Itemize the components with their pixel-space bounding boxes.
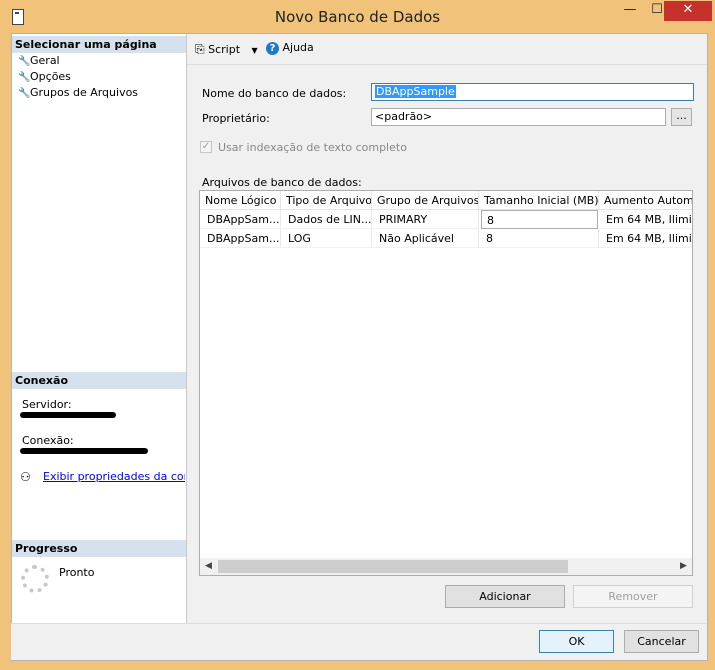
db-name-field[interactable]: DBAppSample [371,83,694,101]
page-item-label: Opções [30,70,71,83]
connection-header: Conexão [12,372,186,389]
wrench-icon: 🔧 [18,72,31,83]
connection-label: Conexão: [22,434,74,447]
view-connection-properties-link[interactable]: Exibir propriedades da conexão [43,470,185,483]
progress-spinner-icon [21,565,49,593]
help-button[interactable]: ? Ajuda [266,41,314,55]
scroll-left-icon[interactable]: ◀ [200,558,217,575]
title-bar[interactable]: Novo Banco de Dados — ☐ ✕ [0,0,715,33]
column-header[interactable]: Tipo de Arquivo [281,191,372,210]
owner-label: Proprietário: [202,112,270,125]
table-cell[interactable]: PRIMARY [372,210,479,229]
help-label: Ajuda [282,41,314,54]
scrollbar-thumb[interactable] [218,560,568,573]
remove-button[interactable]: Remover [573,585,693,608]
table-cell[interactable]: DBAppSam... [200,229,281,248]
browse-owner-button[interactable]: ... [671,108,692,126]
database-files-grid[interactable]: Nome Lógico Tipo de Arquivo Grupo de Arq… [199,190,693,576]
table-cell[interactable]: LOG [281,229,372,248]
table-cell[interactable]: Não Aplicável [372,229,479,248]
db-name-value: DBAppSample [375,85,456,98]
script-icon: ⎘ [195,42,205,56]
progress-header: Progresso [12,540,186,557]
wrench-icon: 🔧 [18,88,31,99]
script-label: Script [208,43,241,56]
toolbar: ⎘ Script ▼ ? Ajuda [187,34,707,65]
close-button[interactable]: ✕ [664,1,712,21]
connection-properties-icon: ⚇ [20,470,31,484]
column-header[interactable]: Aumento Automátic [599,191,692,210]
select-page-header: Selecionar uma página [12,36,186,53]
fulltext-label: Usar indexação de texto completo [218,141,407,154]
cancel-button[interactable]: Cancelar [624,630,699,653]
dialog-window: Novo Banco de Dados — ☐ ✕ Selecionar uma… [0,0,715,670]
table-cell[interactable]: Dados de LIN... [281,210,372,229]
script-button[interactable]: ⎘ Script ▼ [195,42,258,57]
table-cell[interactable]: Em 64 MB, Ilimitad [599,229,692,248]
window-title: Novo Banco de Dados [274,8,441,26]
minimize-button[interactable]: — [616,1,644,21]
column-header[interactable]: Grupo de Arquivos [372,191,479,210]
server-label: Servidor: [22,398,72,411]
help-icon: ? [266,41,279,55]
page-item-geral[interactable]: 🔧Geral [18,53,60,69]
table-cell[interactable]: 8 [479,229,599,248]
horizontal-scrollbar[interactable]: ◀ ▶ [200,558,692,575]
page-item-opcoes[interactable]: 🔧Opções [18,69,71,85]
database-files-label: Arquivos de banco de dados: [202,176,362,189]
table-cell[interactable]: DBAppSam... [200,210,281,229]
left-pane: Selecionar uma página 🔧Geral 🔧Opções 🔧Gr… [12,34,187,623]
chevron-down-icon[interactable]: ▼ [252,46,258,55]
ok-button[interactable]: OK [539,630,614,653]
add-button[interactable]: Adicionar [445,585,565,608]
owner-field[interactable]: <padrão> [371,108,666,126]
progress-status: Pronto [59,566,95,579]
table-cell[interactable]: 8 [481,210,598,229]
fulltext-checkbox[interactable]: ✓ [200,141,212,153]
page-item-label: Grupos de Arquivos [30,86,139,99]
db-name-label: Nome do banco de dados: [202,87,347,100]
table-cell[interactable]: Em 64 MB, Ilimitad [599,210,692,229]
column-header[interactable]: Nome Lógico [200,191,281,210]
page-item-label: Geral [30,54,60,67]
redacted-connection-value [20,448,148,454]
column-header[interactable]: Tamanho Inicial (MB) [479,191,599,210]
wrench-icon: 🔧 [18,56,31,67]
redacted-server-value [20,412,116,418]
scroll-right-icon[interactable]: ▶ [675,558,692,575]
page-item-grupos[interactable]: 🔧Grupos de Arquivos [18,85,138,101]
